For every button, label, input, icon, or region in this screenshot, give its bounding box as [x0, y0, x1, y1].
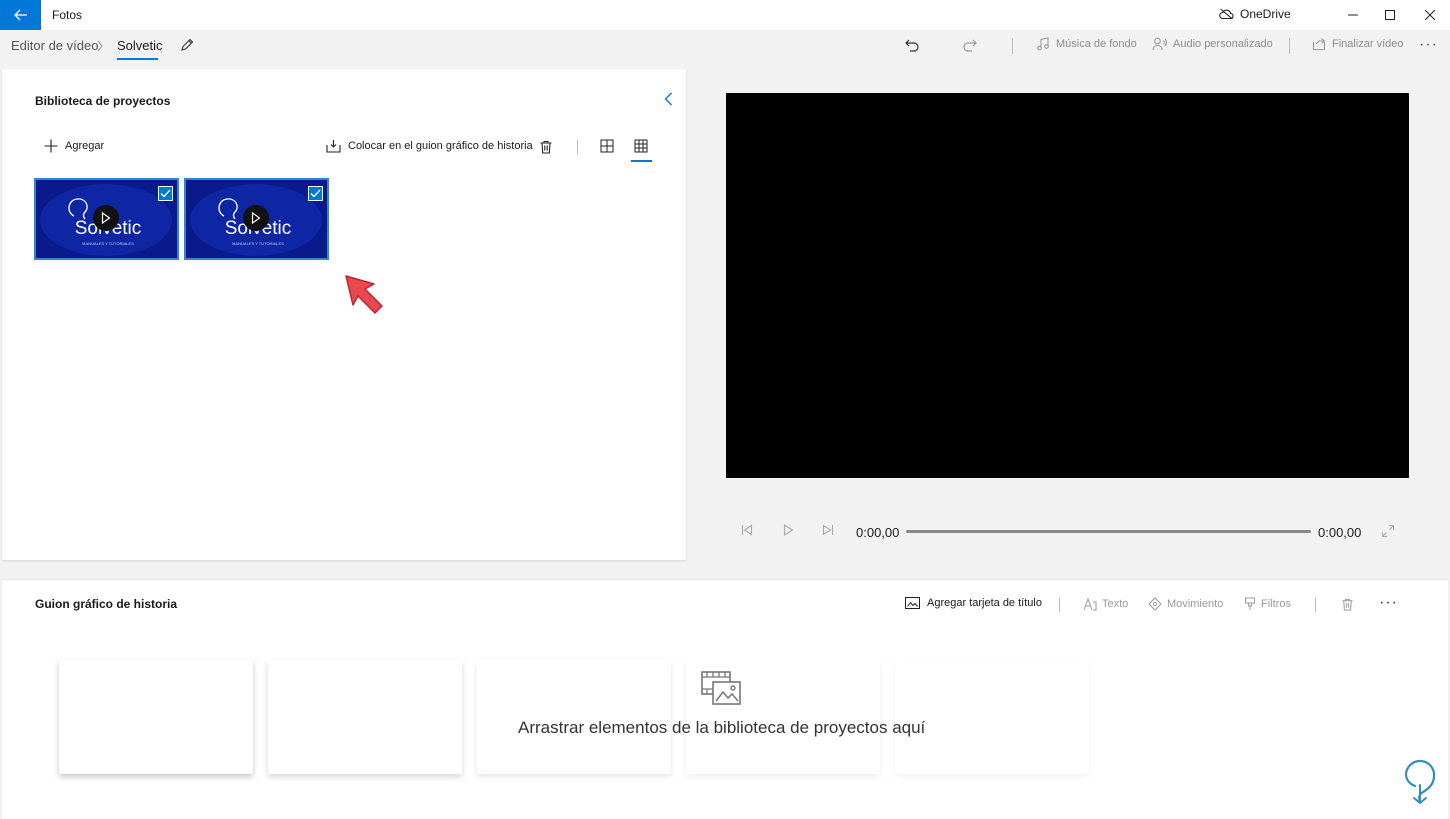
finish-video-button[interactable]: Finalizar vídeo [1312, 37, 1404, 51]
small-grid-view-icon[interactable] [634, 139, 648, 153]
total-time: 0:00,00 [1318, 525, 1362, 540]
thumbnail-caption: MANUALES Y TUTORIALES [232, 241, 284, 246]
storyboard-slot[interactable] [268, 660, 462, 774]
library-toolbar-separator [577, 140, 578, 154]
finish-video-label: Finalizar vídeo [1332, 38, 1404, 50]
toolbar-separator [1012, 38, 1013, 54]
storyboard-toolbar-separator [1315, 598, 1316, 612]
share-icon [1312, 38, 1326, 51]
storyboard-slot[interactable] [59, 660, 253, 774]
library-item[interactable]: Solvetic MANUALES Y TUTORIALES [184, 178, 329, 260]
breadcrumb-active-indicator [117, 58, 158, 60]
play-icon[interactable] [243, 205, 269, 231]
breadcrumb-current[interactable]: Solvetic [117, 38, 163, 53]
title-card-icon [905, 597, 920, 609]
add-button[interactable]: Agregar [44, 139, 104, 153]
solvetic-logo-icon [1404, 759, 1436, 805]
add-title-card-button[interactable]: Agregar tarjeta de título [905, 597, 1042, 609]
add-title-card-label: Agregar tarjeta de título [927, 597, 1042, 609]
custom-audio-label: Audio personalizado [1173, 38, 1273, 50]
plus-icon [44, 139, 58, 153]
onedrive-status[interactable]: OneDrive [1219, 7, 1291, 21]
seek-bar[interactable] [906, 530, 1311, 533]
place-in-storyboard-icon [326, 140, 341, 153]
storyboard-more-button[interactable]: ··· [1379, 594, 1398, 612]
storyboard-slot[interactable] [895, 660, 1089, 774]
background-music-label: Música de fondo [1056, 38, 1137, 50]
media-drop-icon [701, 671, 741, 705]
text-button[interactable]: Texto [1083, 597, 1128, 611]
add-label: Agregar [65, 140, 105, 152]
filters-button[interactable]: Filtros [1244, 597, 1291, 611]
close-icon [1425, 10, 1435, 20]
cloud-off-icon [1219, 8, 1234, 20]
onedrive-label: OneDrive [1240, 7, 1291, 21]
motion-label: Movimiento [1167, 598, 1224, 610]
back-button[interactable] [0, 0, 41, 30]
custom-audio-button[interactable]: Audio personalizado [1152, 37, 1273, 51]
play-icon[interactable] [93, 205, 119, 231]
background-music-button[interactable]: Música de fondo [1036, 37, 1137, 51]
pencil-icon[interactable] [179, 37, 195, 53]
storyboard-toolbar-separator [1059, 598, 1060, 612]
storyboard-drop-hint: Arrastrar elementos de la biblioteca de … [518, 718, 926, 737]
back-arrow-icon [13, 9, 27, 21]
motion-button[interactable]: Movimiento [1148, 597, 1223, 611]
undo-icon[interactable] [904, 37, 920, 53]
large-grid-view-icon[interactable] [600, 139, 614, 153]
trash-icon[interactable] [538, 139, 554, 155]
library-item[interactable]: Solvetic MANUALES Y TUTORIALES [34, 178, 179, 260]
app-title: Fotos [52, 8, 83, 22]
checkbox-icon[interactable] [158, 186, 173, 201]
trash-icon[interactable] [1340, 597, 1355, 612]
current-time: 0:00,00 [856, 525, 900, 540]
person-voice-icon [1152, 37, 1167, 51]
close-button[interactable] [1407, 0, 1450, 30]
place-in-storyboard-button[interactable]: Colocar en el guion gráfico de historia [326, 139, 533, 153]
play-icon[interactable] [781, 523, 795, 537]
active-view-indicator [631, 160, 652, 162]
maximize-icon [1385, 10, 1395, 20]
text-icon [1083, 597, 1097, 611]
previous-frame-icon[interactable] [740, 523, 754, 537]
toolbar-separator [1289, 38, 1290, 54]
music-note-icon [1037, 37, 1049, 51]
chevron-right-icon [97, 40, 103, 52]
storyboard-title: Guion gráfico de historia [35, 597, 178, 611]
minimize-icon [1348, 14, 1358, 16]
redo-icon[interactable] [962, 37, 978, 53]
thumbnail-caption: MANUALES Y TUTORIALES [82, 241, 134, 246]
place-in-storyboard-label: Colocar en el guion gráfico de historia [348, 140, 533, 152]
paintbrush-icon [1245, 597, 1255, 610]
pointer-arrow-icon [345, 275, 383, 314]
breadcrumb-root[interactable]: Editor de vídeo [11, 38, 98, 53]
checkbox-icon[interactable] [308, 186, 323, 201]
next-frame-icon[interactable] [821, 523, 835, 537]
more-options-button[interactable]: ··· [1419, 36, 1438, 54]
video-preview[interactable] [726, 93, 1409, 478]
text-label: Texto [1102, 598, 1129, 610]
fullscreen-icon[interactable] [1381, 524, 1395, 538]
motion-icon [1148, 597, 1162, 611]
chevron-left-icon[interactable] [661, 91, 677, 107]
storyboard-slot[interactable] [477, 660, 671, 774]
filters-label: Filtros [1261, 598, 1291, 610]
library-title: Biblioteca de proyectos [35, 94, 171, 108]
